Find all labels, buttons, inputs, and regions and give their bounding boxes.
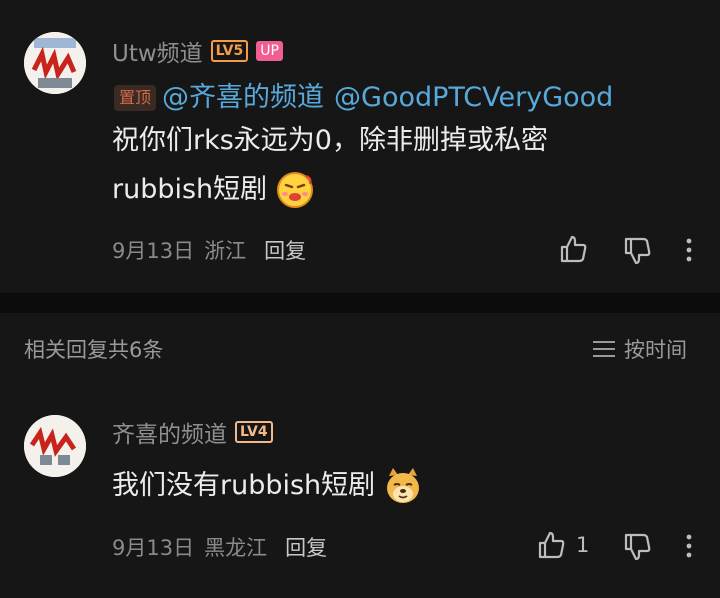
comment-line-3: rubbish短剧: [112, 170, 315, 210]
sort-button[interactable]: 按时间: [592, 334, 687, 364]
like-icon[interactable]: [536, 530, 566, 560]
comment-location: 浙江: [204, 239, 247, 263]
comment-text: rubbish短剧: [112, 174, 268, 205]
comment-line-1: 置顶 @齐喜的频道 @GoodPTCVeryGood: [114, 78, 613, 118]
username[interactable]: Utw频道: [112, 34, 203, 68]
like-button[interactable]: 1: [536, 530, 589, 560]
username[interactable]: 齐喜的频道: [112, 415, 227, 449]
reply-text: 我们没有rubbish短剧: [112, 470, 376, 501]
reply-date: 9月13日: [112, 536, 195, 560]
section-divider: [0, 293, 720, 313]
more-icon[interactable]: [682, 532, 696, 560]
sort-label: 按时间: [624, 338, 687, 362]
comment-meta: 9月13日 浙江 回复: [112, 235, 306, 265]
reply-button[interactable]: 回复: [264, 235, 306, 265]
pinned-badge: 置顶: [114, 85, 157, 111]
like-count: 1: [576, 533, 590, 557]
reply-location: 黑龙江: [204, 536, 268, 560]
mention-link[interactable]: @GoodPTCVeryGood: [334, 78, 613, 118]
up-badge: UP: [256, 41, 283, 61]
reply-line: 我们没有rubbish短剧: [112, 466, 423, 506]
mention-link[interactable]: @齐喜的频道: [162, 78, 324, 118]
reply-header: 齐喜的频道 LV4: [112, 415, 273, 449]
reply-button[interactable]: 回复: [285, 532, 327, 562]
level-badge: LV5: [210, 40, 249, 62]
reply-count: 相关回复共6条: [24, 338, 164, 362]
comment-text: 祝你们rks永远为0，除非删掉或私密: [112, 125, 548, 156]
more-icon[interactable]: [682, 236, 696, 264]
avatar[interactable]: [24, 32, 86, 94]
comment-header: Utw频道 LV5 UP: [112, 34, 283, 68]
comment-date: 9月13日: [112, 239, 195, 263]
reply-meta: 9月13日 黑龙江 回复: [112, 532, 327, 562]
like-icon[interactable]: [558, 234, 588, 264]
pouting-emoji: [275, 170, 315, 210]
doge-emoji: [383, 466, 423, 506]
sort-lines-icon: [592, 339, 616, 359]
dislike-icon[interactable]: [622, 236, 652, 266]
level-badge: LV4: [235, 421, 273, 443]
avatar[interactable]: [24, 415, 86, 477]
dislike-icon[interactable]: [622, 532, 652, 562]
